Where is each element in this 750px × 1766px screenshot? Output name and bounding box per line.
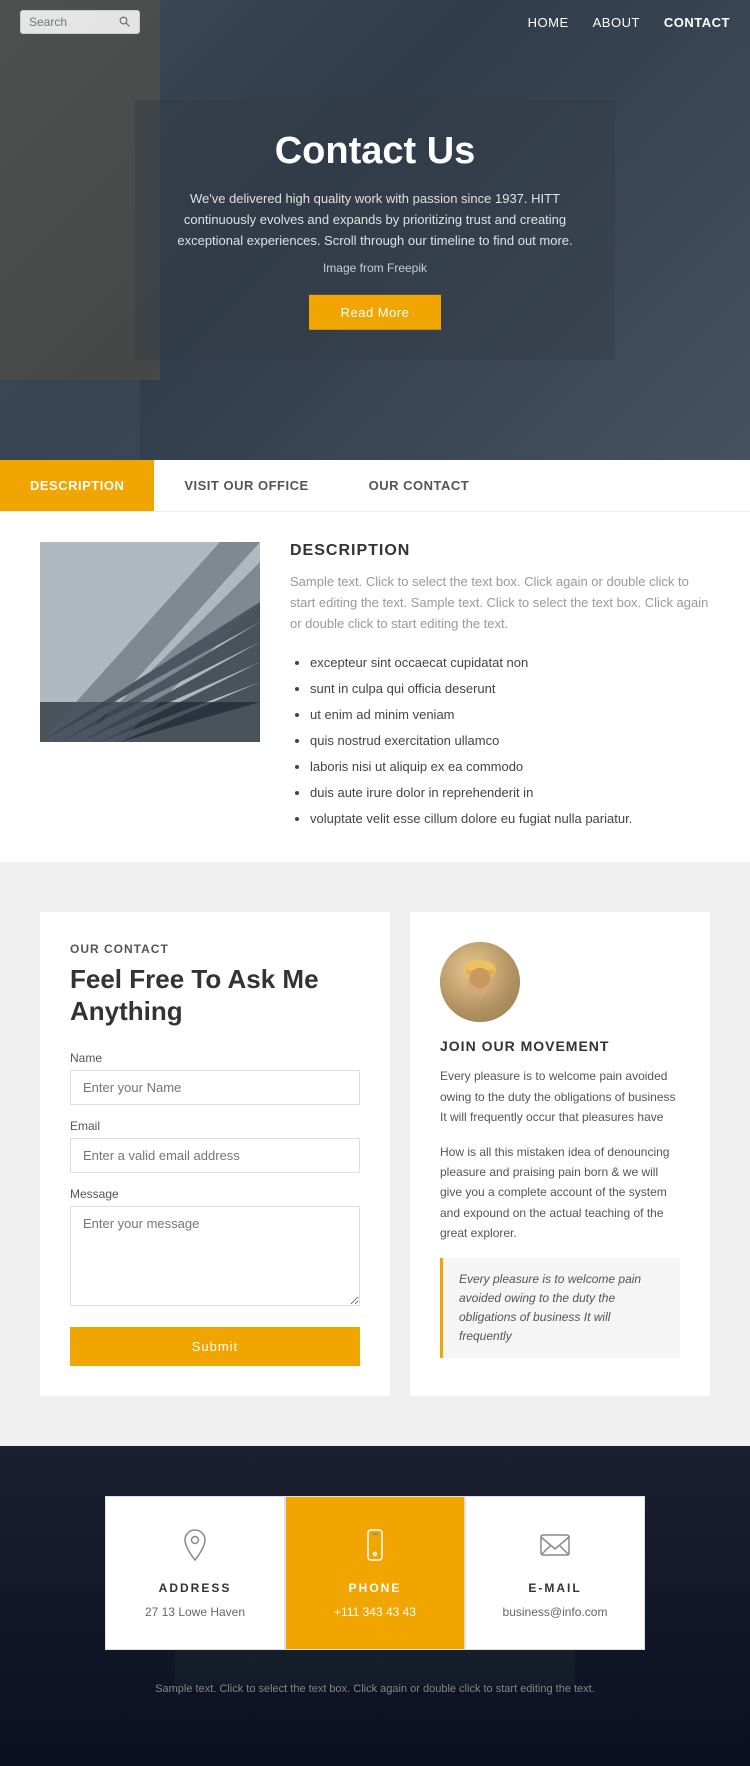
tabs-bar: DESCRIPTION VISIT OUR OFFICE OUR CONTACT bbox=[0, 460, 750, 512]
phone-value: +111 343 43 43 bbox=[306, 1605, 444, 1619]
phone-icon-svg bbox=[357, 1527, 393, 1563]
join-paragraph-1: Every pleasure is to welcome pain avoide… bbox=[440, 1066, 680, 1127]
worker-avatar-illustration bbox=[452, 950, 508, 1006]
list-item: laboris nisi ut aliquip ex ea commodo bbox=[310, 754, 710, 780]
staircase-illustration bbox=[40, 542, 260, 742]
hero-section: Contact Us We've delivered high quality … bbox=[0, 0, 750, 460]
name-field-group: Name bbox=[70, 1051, 360, 1105]
description-list: excepteur sint occaecat cupidatat non su… bbox=[290, 650, 710, 832]
join-section-box: JOIN OUR MOVEMENT Every pleasure is to w… bbox=[410, 912, 710, 1395]
search-icon bbox=[119, 16, 131, 28]
email-field-group: Email bbox=[70, 1119, 360, 1173]
message-field-group: Message bbox=[70, 1187, 360, 1309]
join-paragraph-2: How is all this mistaken idea of denounc… bbox=[440, 1142, 680, 1244]
search-box[interactable] bbox=[20, 10, 140, 34]
description-content: DESCRIPTION Sample text. Click to select… bbox=[0, 512, 750, 862]
contact-inner: OUR CONTACT Feel Free To Ask Me Anything… bbox=[40, 912, 710, 1395]
description-paragraph: Sample text. Click to select the text bo… bbox=[290, 572, 710, 634]
hero-read-more-button[interactable]: Read More bbox=[309, 295, 442, 330]
address-label: ADDRESS bbox=[126, 1581, 264, 1595]
join-quote: Every pleasure is to welcome pain avoide… bbox=[440, 1258, 680, 1359]
message-label: Message bbox=[70, 1187, 360, 1201]
name-input[interactable] bbox=[70, 1070, 360, 1105]
location-icon bbox=[175, 1527, 215, 1567]
email-label: E-MAIL bbox=[486, 1581, 624, 1595]
submit-button[interactable]: Submit bbox=[70, 1327, 360, 1366]
email-icon bbox=[535, 1527, 575, 1567]
search-input[interactable] bbox=[29, 15, 119, 29]
email-value: business@info.com bbox=[486, 1605, 624, 1619]
navbar: HOME ABOUT CONTACT bbox=[0, 0, 750, 44]
footer-cards: ADDRESS 27 13 Lowe Haven PHONE +111 343 … bbox=[0, 1446, 750, 1650]
contact-section: OUR CONTACT Feel Free To Ask Me Anything… bbox=[0, 862, 750, 1445]
description-image bbox=[40, 542, 260, 742]
list-item: ut enim ad minim veniam bbox=[310, 702, 710, 728]
footer-address-card: ADDRESS 27 13 Lowe Haven bbox=[105, 1496, 285, 1650]
list-item: excepteur sint occaecat cupidatat non bbox=[310, 650, 710, 676]
nav-links: HOME ABOUT CONTACT bbox=[528, 15, 730, 30]
email-input[interactable] bbox=[70, 1138, 360, 1173]
location-icon-svg bbox=[177, 1527, 213, 1563]
list-item: sunt in culpa qui officia deserunt bbox=[310, 676, 710, 702]
contact-section-label: OUR CONTACT bbox=[70, 942, 360, 956]
nav-about[interactable]: ABOUT bbox=[593, 15, 640, 30]
email-icon-svg bbox=[537, 1527, 573, 1563]
email-label: Email bbox=[70, 1119, 360, 1133]
footer-bottom: Sample text. Click to select the text bo… bbox=[0, 1650, 750, 1719]
nav-contact[interactable]: CONTACT bbox=[664, 15, 730, 30]
footer-phone-card: PHONE +111 343 43 43 bbox=[285, 1496, 465, 1650]
join-title: JOIN OUR MOVEMENT bbox=[440, 1038, 680, 1054]
phone-icon bbox=[355, 1527, 395, 1567]
phone-label: PHONE bbox=[306, 1581, 444, 1595]
footer-section: ADDRESS 27 13 Lowe Haven PHONE +111 343 … bbox=[0, 1446, 750, 1766]
hero-description: We've delivered high quality work with p… bbox=[175, 189, 575, 251]
tab-our-contact[interactable]: OUR CONTACT bbox=[339, 460, 500, 511]
list-item: voluptate velit esse cillum dolore eu fu… bbox=[310, 806, 710, 832]
message-textarea[interactable] bbox=[70, 1206, 360, 1306]
nav-home[interactable]: HOME bbox=[528, 15, 569, 30]
list-item: quis nostrud exercitation ullamco bbox=[310, 728, 710, 754]
footer-email-card: E-MAIL business@info.com bbox=[465, 1496, 645, 1650]
contact-title: Feel Free To Ask Me Anything bbox=[70, 964, 360, 1026]
hero-image-credit: Image from Freepik bbox=[175, 261, 575, 275]
description-text: DESCRIPTION Sample text. Click to select… bbox=[290, 542, 710, 832]
tabs-section: DESCRIPTION VISIT OUR OFFICE OUR CONTACT bbox=[0, 460, 750, 862]
name-label: Name bbox=[70, 1051, 360, 1065]
hero-content: Contact Us We've delivered high quality … bbox=[135, 100, 615, 360]
description-heading: DESCRIPTION bbox=[290, 542, 710, 560]
hero-title: Contact Us bbox=[175, 130, 575, 173]
avatar bbox=[440, 942, 520, 1022]
contact-form-box: OUR CONTACT Feel Free To Ask Me Anything… bbox=[40, 912, 390, 1395]
footer-bottom-text: Sample text. Click to select the text bo… bbox=[40, 1680, 710, 1699]
list-item: duis aute irure dolor in reprehenderit i… bbox=[310, 780, 710, 806]
tab-description[interactable]: DESCRIPTION bbox=[0, 460, 154, 511]
tab-visit[interactable]: VISIT OUR OFFICE bbox=[154, 460, 338, 511]
address-value: 27 13 Lowe Haven bbox=[126, 1605, 264, 1619]
